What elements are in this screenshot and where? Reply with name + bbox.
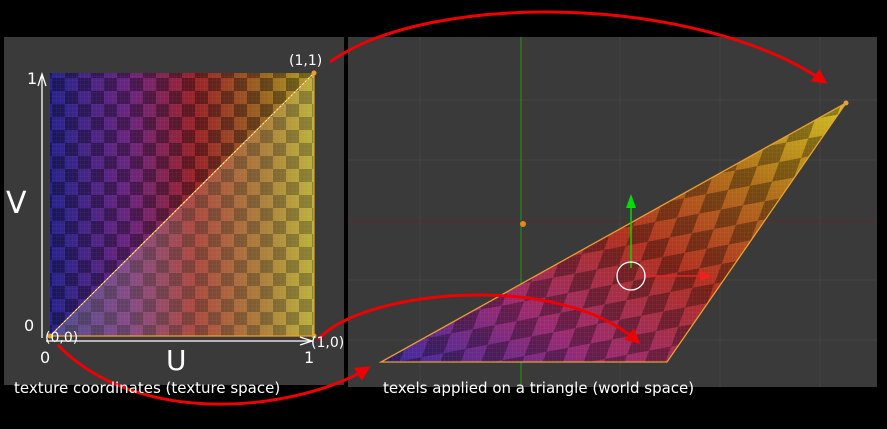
v-tick-bottom-label: 0 [24, 316, 35, 335]
texture-space-caption: texture coordinates (texture space) [14, 379, 281, 397]
v-axis-label: V [6, 186, 27, 221]
origin-dot [520, 221, 526, 227]
figure [4, 10, 877, 406]
coord-origin-label: (0,0) [45, 330, 79, 346]
coord-top-right-label: (1,1) [289, 53, 323, 69]
uv-vertex-top-right [311, 70, 317, 76]
v-tick-top-label: 1 [27, 69, 38, 88]
u-axis-label: U [166, 344, 187, 377]
u-tick-left-label: 0 [40, 348, 51, 367]
world-space-caption: texels applied on a triangle (world spac… [383, 379, 695, 397]
coord-bottom-right-label: (1,0) [311, 335, 345, 351]
triangle-vertex-top [843, 100, 849, 106]
